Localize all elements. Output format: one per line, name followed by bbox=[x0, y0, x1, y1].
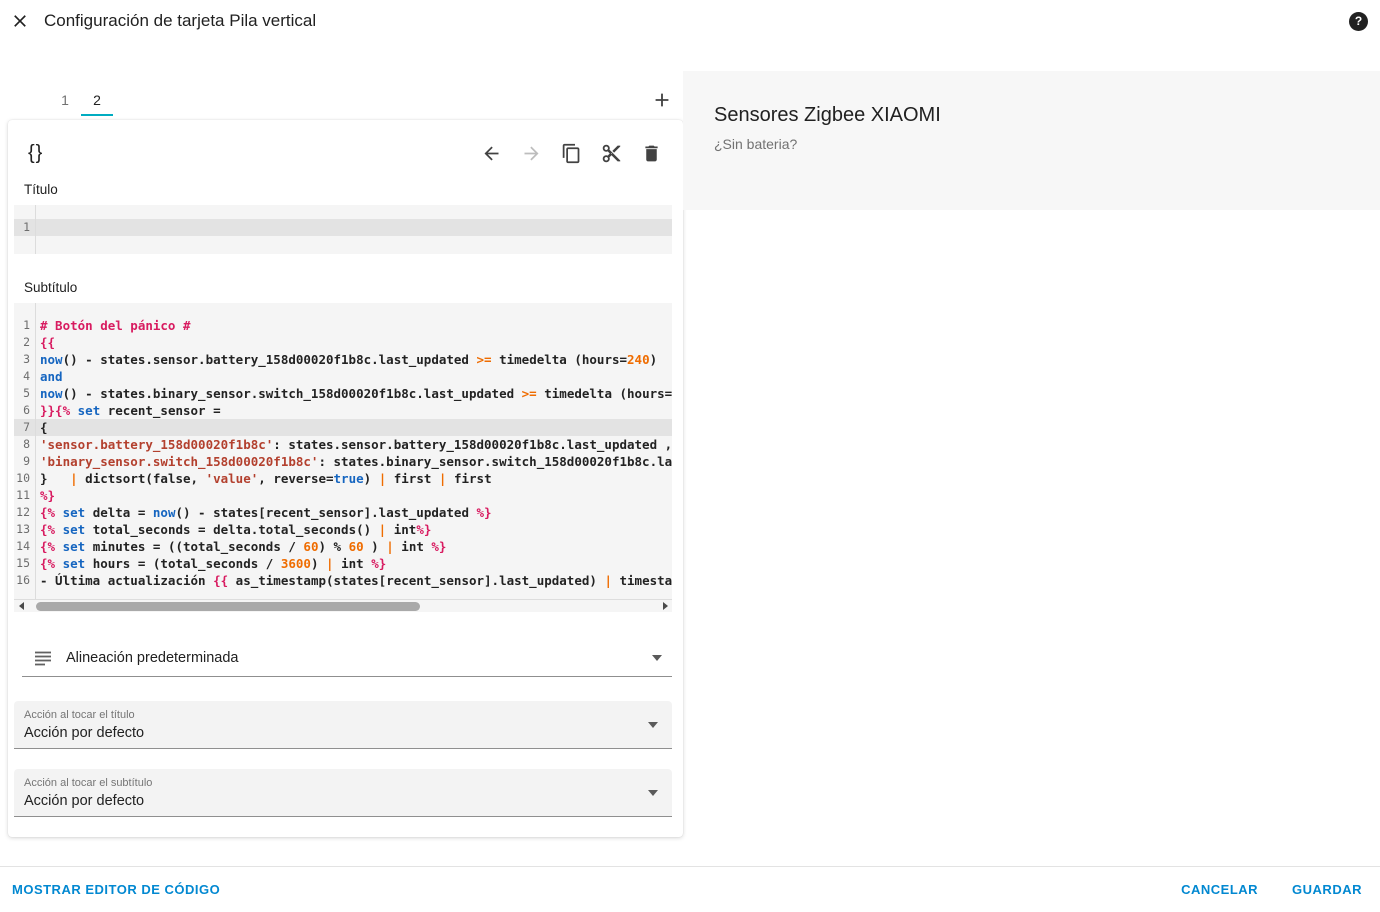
line-number-gutter: 12345678910111213141516 bbox=[14, 303, 36, 599]
code-line: } | dictsort(false, 'value', reverse=tru… bbox=[36, 470, 672, 487]
line-number: 13 bbox=[14, 521, 35, 538]
code-line: {% set total_seconds = delta.total_secon… bbox=[36, 521, 672, 538]
tab-card-1[interactable]: 1 bbox=[49, 84, 81, 116]
titulo-label: Título bbox=[24, 182, 667, 199]
dialog-footer: MOSTRAR EDITOR DE CÓDIGO CANCELAR GUARDA… bbox=[0, 866, 1380, 912]
copy-icon bbox=[561, 143, 582, 164]
line-number: 2 bbox=[14, 334, 35, 351]
help-button[interactable]: ? bbox=[1349, 12, 1368, 31]
preview-title: Sensores Zigbee XIAOMI bbox=[714, 104, 1364, 127]
copy-button[interactable] bbox=[561, 143, 582, 164]
line-number: 10 bbox=[14, 470, 35, 487]
code-line: 'sensor.battery_158d00020f1b8c': states.… bbox=[36, 436, 672, 453]
line-number: 1 bbox=[14, 219, 35, 236]
arrow-right-icon bbox=[521, 143, 542, 164]
card-tabs: 1 2 bbox=[8, 84, 683, 116]
move-back-button[interactable] bbox=[481, 143, 502, 164]
save-button[interactable]: GUARDAR bbox=[1290, 876, 1364, 903]
code-line: {{ bbox=[36, 334, 672, 351]
tab-label: 2 bbox=[93, 92, 101, 108]
scrollbar-track[interactable] bbox=[28, 600, 658, 613]
line-number: 8 bbox=[14, 436, 35, 453]
subtitle-code-editor[interactable]: 12345678910111213141516 # Botón del páni… bbox=[14, 303, 672, 599]
code-line bbox=[36, 219, 672, 236]
dialog-header: Configuración de tarjeta Pila vertical ? bbox=[0, 0, 1380, 42]
chevron-down-icon bbox=[652, 655, 662, 661]
tap-subtitle-action-label: Acción al tocar el subtítulo bbox=[24, 777, 660, 789]
help-icon: ? bbox=[1355, 14, 1362, 28]
line-number: 5 bbox=[14, 385, 35, 402]
code-line: # Botón del pánico # bbox=[36, 317, 672, 334]
cut-button[interactable] bbox=[601, 143, 622, 164]
code-lines bbox=[36, 205, 672, 254]
scrollbar-thumb[interactable] bbox=[36, 602, 420, 611]
editor-toolbar: {} bbox=[8, 120, 683, 170]
line-number: 16 bbox=[14, 572, 35, 589]
scroll-left-icon bbox=[19, 602, 24, 610]
format-align-icon bbox=[34, 649, 52, 667]
code-line: now() - states.sensor.battery_158d00020f… bbox=[36, 351, 672, 368]
code-line: { bbox=[36, 419, 672, 436]
code-line: 'binary_sensor.switch_158d00020f1b8c': s… bbox=[36, 453, 672, 470]
horizontal-scrollbar[interactable] bbox=[14, 599, 672, 612]
code-line: {% set minutes = ((total_seconds / 60) %… bbox=[36, 538, 672, 555]
tap-title-action-select[interactable]: Acción al tocar el título Acción por def… bbox=[14, 701, 672, 749]
arrow-left-icon bbox=[481, 143, 502, 164]
card-config-dialog: Configuración de tarjeta Pila vertical ?… bbox=[0, 0, 1380, 912]
line-number-gutter: 1 bbox=[14, 205, 36, 254]
line-number: 6 bbox=[14, 402, 35, 419]
move-forward-button bbox=[521, 143, 542, 164]
scroll-left-button[interactable] bbox=[14, 600, 28, 613]
plus-icon bbox=[651, 89, 673, 111]
dialog-title: Configuración de tarjeta Pila vertical bbox=[44, 11, 316, 31]
tap-subtitle-action-value: Acción por defecto bbox=[24, 793, 660, 809]
title-code-editor[interactable]: 1 bbox=[14, 205, 672, 254]
code-line: {% set hours = (total_seconds / 3600) | … bbox=[36, 555, 672, 572]
line-number: 3 bbox=[14, 351, 35, 368]
tap-title-action-label: Acción al tocar el título bbox=[24, 709, 660, 721]
card-preview: Sensores Zigbee XIAOMI ¿Sin bateria? bbox=[683, 71, 1380, 210]
line-number: 4 bbox=[14, 368, 35, 385]
chevron-down-icon bbox=[648, 790, 658, 796]
line-number: 14 bbox=[14, 538, 35, 555]
tap-subtitle-action-select[interactable]: Acción al tocar el subtítulo Acción por … bbox=[14, 769, 672, 817]
code-line: now() - states.binary_sensor.switch_158d… bbox=[36, 385, 672, 402]
scroll-right-icon bbox=[663, 602, 668, 610]
code-line: }}{% set recent_sensor = bbox=[36, 402, 672, 419]
scissors-icon bbox=[601, 143, 622, 164]
line-number: 1 bbox=[14, 317, 35, 334]
code-line: %} bbox=[36, 487, 672, 504]
line-number: 9 bbox=[14, 453, 35, 470]
subtitulo-label: Subtítulo bbox=[24, 280, 667, 297]
line-number: 7 bbox=[14, 419, 35, 436]
code-line: and bbox=[36, 368, 672, 385]
close-button[interactable] bbox=[6, 7, 34, 35]
toolbar-actions bbox=[481, 143, 662, 164]
cancel-button[interactable]: CANCELAR bbox=[1179, 876, 1260, 903]
code-braces-icon: {} bbox=[28, 142, 43, 165]
tap-title-action-value: Acción por defecto bbox=[24, 725, 660, 741]
code-lines: # Botón del pánico #{{now() - states.sen… bbox=[36, 303, 672, 599]
alignment-label: Alineación predeterminada bbox=[66, 650, 239, 666]
preview-subtitle: ¿Sin bateria? bbox=[714, 136, 1364, 152]
delete-button[interactable] bbox=[641, 143, 662, 164]
close-icon bbox=[10, 11, 30, 31]
show-code-editor-button[interactable]: MOSTRAR EDITOR DE CÓDIGO bbox=[10, 876, 222, 903]
line-number: 12 bbox=[14, 504, 35, 521]
tab-label: 1 bbox=[61, 92, 69, 108]
tab-card-2[interactable]: 2 bbox=[81, 84, 113, 116]
code-line: - Última actualización {{ as_timestamp(s… bbox=[36, 572, 672, 589]
alignment-select[interactable]: Alineación predeterminada bbox=[22, 640, 672, 677]
line-number: 11 bbox=[14, 487, 35, 504]
line-number: 15 bbox=[14, 555, 35, 572]
chevron-down-icon bbox=[648, 722, 658, 728]
card-editor-panel: {} bbox=[8, 120, 683, 837]
add-card-button[interactable] bbox=[647, 84, 677, 116]
footer-actions: CANCELAR GUARDAR bbox=[1179, 876, 1364, 903]
trash-icon bbox=[641, 143, 662, 164]
code-line: {% set delta = now() - states[recent_sen… bbox=[36, 504, 672, 521]
scroll-right-button[interactable] bbox=[658, 600, 672, 613]
